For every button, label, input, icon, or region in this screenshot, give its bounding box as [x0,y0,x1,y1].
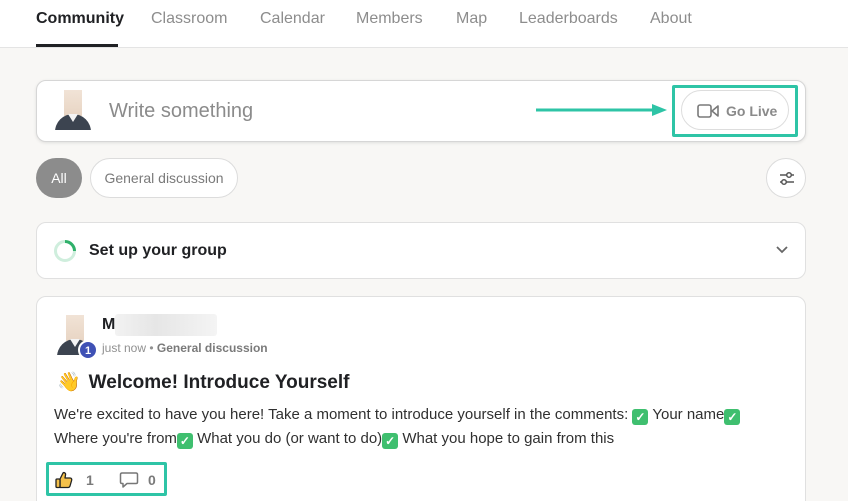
setup-group-title: Set up your group [89,242,227,259]
go-live-button[interactable]: Go Live [681,90,789,130]
like-count: 1 [86,472,94,488]
tab-calendar[interactable]: Calendar [260,10,325,28]
progress-ring-icon [54,240,76,262]
thumbs-up-icon[interactable] [54,470,74,490]
comment-icon[interactable] [119,471,139,489]
meta-separator: • [146,341,157,355]
tab-leaderboards[interactable]: Leaderboards [519,10,618,28]
sliders-icon [780,171,794,186]
go-live-label: Go Live [726,103,778,119]
post-item: What you hope to gain from this [402,430,615,447]
filter-all-chip[interactable]: All [36,158,82,198]
post-body-intro: We're excited to have you here! Take a m… [54,406,629,423]
post-item: Where you're from [54,430,177,447]
avatar [55,90,91,130]
checkmark-icon: ✓ [724,409,741,425]
filter-general-discussion-chip[interactable]: General discussion [90,158,238,198]
tab-members[interactable]: Members [356,10,423,28]
level-badge: 1 [78,340,98,360]
chevron-down-icon[interactable] [775,245,789,255]
waving-hand-icon: 👋 [57,372,81,393]
composer-placeholder[interactable]: Write something [109,100,253,123]
post-body: We're excited to have you here! Take a m… [54,403,764,451]
checkmark-icon: ✓ [176,433,193,449]
tab-about[interactable]: About [650,10,692,28]
post-title[interactable]: 👋 Welcome! Introduce Yourself [57,370,349,394]
author-name[interactable]: M [102,316,115,334]
comment-count: 0 [148,472,156,488]
tab-map[interactable]: Map [456,10,487,28]
annotation-arrow-icon [536,104,667,116]
redacted-name-blur [115,314,217,336]
tab-classroom[interactable]: Classroom [151,10,227,28]
active-tab-indicator [36,44,118,47]
tab-community[interactable]: Community [36,10,124,28]
video-camera-icon [697,104,719,118]
post-time: just now [102,341,147,355]
post-title-text: Welcome! Introduce Yourself [88,372,350,393]
post-meta: just now • General discussion [102,341,268,355]
post-item: Your name [652,406,725,423]
checkmark-icon: ✓ [382,433,399,449]
post-item: What you do (or want to do) [197,430,383,447]
setup-group-card[interactable]: Set up your group [36,222,806,279]
top-nav: Community Classroom Calendar Members Map… [0,0,848,48]
post-category[interactable]: General discussion [157,341,268,355]
filter-settings-button[interactable] [766,158,806,198]
checkmark-icon: ✓ [632,409,649,425]
